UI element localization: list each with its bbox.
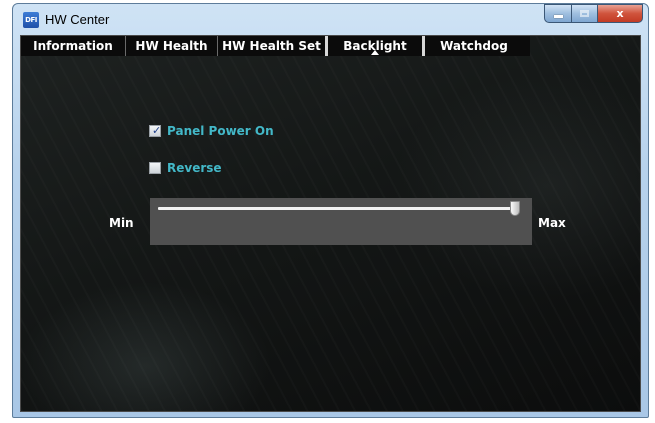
close-button[interactable]: x bbox=[597, 4, 643, 23]
slider-min-label: Min bbox=[109, 216, 134, 230]
slider-track[interactable] bbox=[158, 207, 520, 210]
tab-hw-health-set[interactable]: HW Health Set bbox=[217, 36, 325, 56]
checkbox-box[interactable] bbox=[149, 162, 161, 174]
tab-watchdog[interactable]: Watchdog bbox=[425, 36, 523, 56]
checkmark-icon: ✓ bbox=[152, 124, 162, 137]
minimize-button[interactable] bbox=[544, 4, 571, 23]
active-tab-caret-icon bbox=[371, 50, 379, 55]
backlight-panel: Information HW Health HW Health Set Back… bbox=[20, 35, 641, 412]
caption-buttons: x bbox=[544, 4, 643, 23]
tab-label: HW Health bbox=[135, 39, 208, 53]
close-icon: x bbox=[616, 7, 624, 20]
maximize-button[interactable] bbox=[571, 4, 597, 23]
backlight-slider[interactable] bbox=[150, 198, 532, 245]
reverse-label: Reverse bbox=[167, 161, 222, 175]
app-logo-icon: DFI bbox=[23, 12, 39, 28]
tab-label: HW Health Set bbox=[222, 39, 321, 53]
window-title: HW Center bbox=[45, 12, 110, 27]
reverse-checkbox[interactable]: Reverse bbox=[149, 161, 222, 175]
minimize-icon bbox=[553, 15, 563, 18]
tab-bar: Information HW Health HW Health Set Back… bbox=[21, 36, 530, 56]
tab-backlight[interactable]: Backlight bbox=[328, 36, 422, 56]
panel-power-on-label: Panel Power On bbox=[167, 124, 274, 138]
panel-power-on-checkbox[interactable]: ✓ Panel Power On bbox=[149, 124, 274, 138]
title-bar[interactable]: DFI HW Center x bbox=[13, 4, 648, 35]
maximize-icon bbox=[580, 10, 589, 17]
tab-hw-health[interactable]: HW Health bbox=[125, 36, 217, 56]
checkbox-box[interactable]: ✓ bbox=[149, 124, 162, 137]
tab-label: Watchdog bbox=[440, 39, 508, 53]
slider-max-label: Max bbox=[538, 216, 566, 230]
slider-thumb[interactable] bbox=[510, 201, 520, 216]
hw-center-window: DFI HW Center x Information HW Health HW… bbox=[12, 3, 649, 418]
tab-label: Information bbox=[33, 39, 113, 53]
tab-information[interactable]: Information bbox=[21, 36, 125, 56]
